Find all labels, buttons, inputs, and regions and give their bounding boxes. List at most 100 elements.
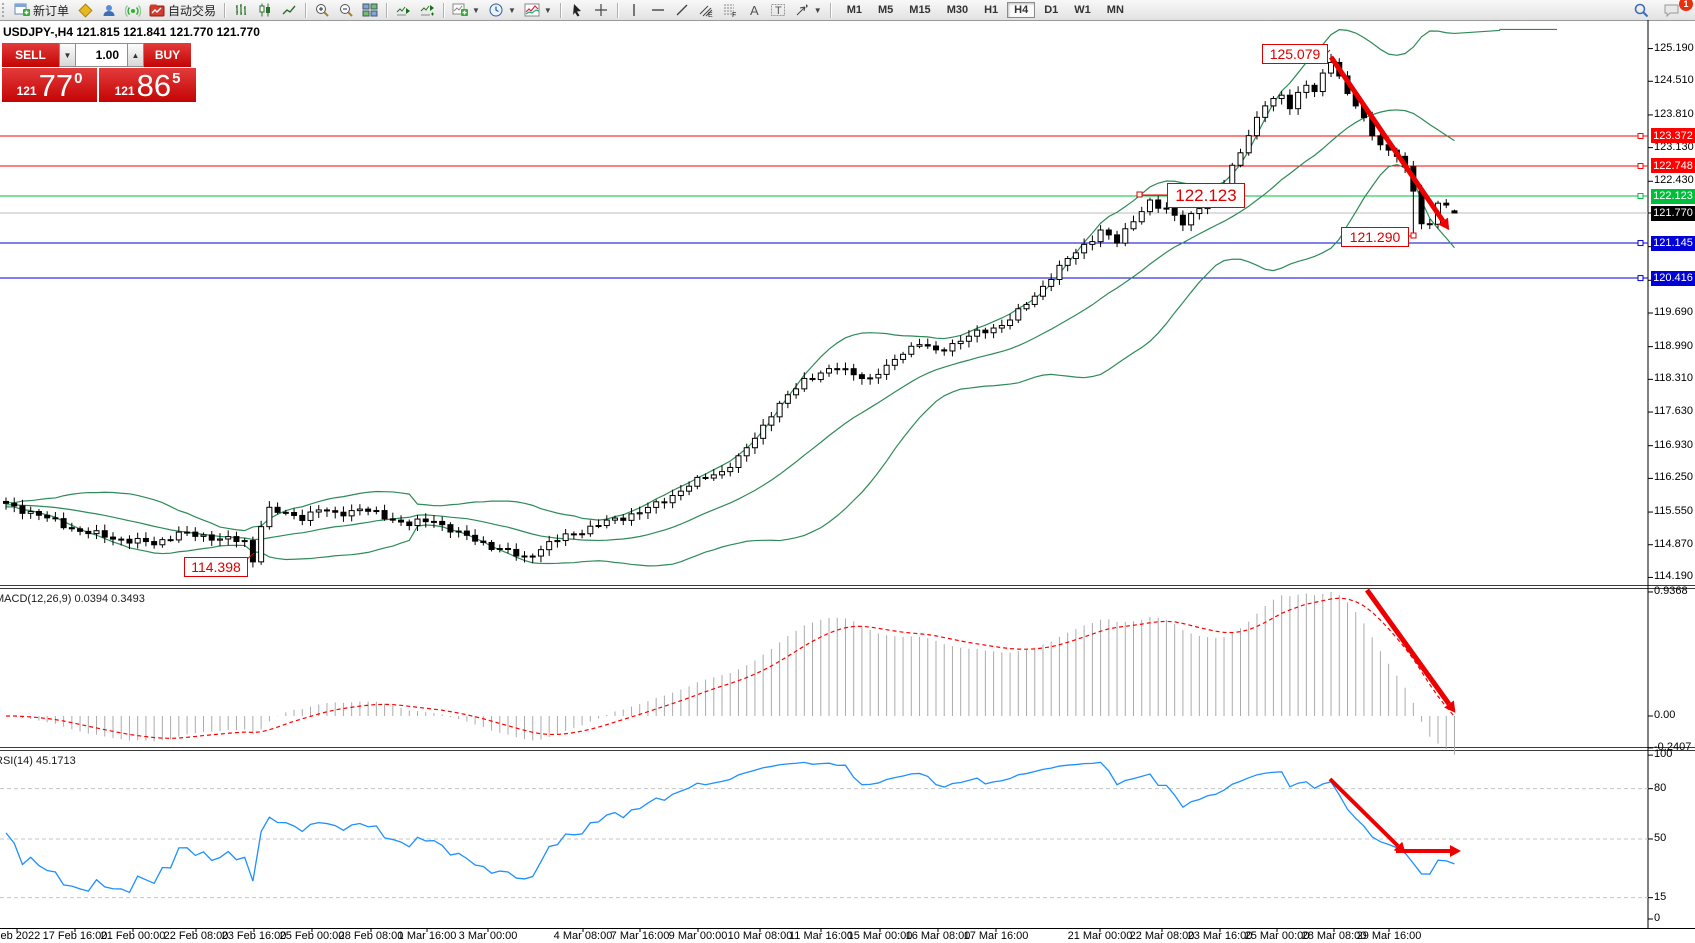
level-line-anchor (1638, 276, 1643, 281)
candle-bullish (1008, 320, 1013, 325)
chart-canvas[interactable] (0, 0, 1695, 943)
candle-bearish (168, 540, 173, 541)
candle-bullish (563, 534, 568, 541)
candle-bearish (20, 506, 25, 513)
candle-bullish (613, 518, 618, 520)
candle-bullish (736, 456, 741, 468)
candle-bullish (267, 507, 272, 526)
candle-bullish (1189, 214, 1194, 225)
candle-bearish (489, 542, 494, 549)
candle-bearish (1115, 235, 1120, 243)
macd-signal-line (6, 598, 1454, 738)
candle-bullish (1263, 106, 1268, 117)
candle-bearish (423, 519, 428, 522)
annotation-bottom-low[interactable]: 114.398 (184, 557, 248, 577)
candle-bullish (547, 542, 552, 550)
candle-bearish (464, 531, 469, 535)
candle-bullish (374, 511, 379, 512)
candle-bearish (522, 556, 527, 557)
candle-bearish (481, 541, 486, 542)
one-click-trading-panel: SELL ▼ ▲ BUY 121770 121865 (2, 43, 196, 102)
candle-bearish (571, 534, 576, 535)
candle-bullish (1073, 253, 1078, 259)
candle-bullish (687, 486, 692, 491)
candle-bullish (185, 532, 190, 533)
candle-bullish (695, 477, 700, 486)
candle-bullish (1320, 73, 1325, 91)
candle-bullish (1040, 286, 1045, 296)
buy-price-display[interactable]: 121865 (99, 68, 196, 102)
level-line-anchor (1638, 194, 1643, 199)
candle-bullish (711, 475, 716, 478)
candle-bullish (316, 510, 321, 512)
candle-bearish (366, 509, 371, 511)
candle-bullish (999, 326, 1004, 329)
candle-bullish (678, 491, 683, 495)
candle-bearish (102, 531, 107, 537)
candle-bearish (324, 510, 329, 511)
buy-price-pips: 86 (137, 71, 171, 101)
candle-bearish (942, 350, 947, 351)
candle-bearish (283, 512, 288, 513)
trend-arrow-macd[interactable] (1367, 590, 1449, 704)
candle-bearish (382, 511, 387, 519)
candle-bearish (4, 501, 9, 503)
candle-bullish (1238, 153, 1243, 165)
candle-bearish (53, 518, 58, 519)
candle-bullish (744, 448, 749, 456)
candle-bearish (234, 537, 239, 542)
candle-bearish (925, 345, 930, 346)
candle-bullish (135, 538, 140, 543)
candle-bearish (69, 528, 74, 529)
volume-increase-button[interactable]: ▲ (127, 43, 144, 67)
annotation-swing-high[interactable]: 125.079 (1262, 44, 1328, 64)
candle-bullish (1304, 85, 1309, 92)
candle-bullish (876, 374, 881, 377)
candle-bullish (1024, 304, 1029, 308)
candle-bullish (1147, 200, 1152, 212)
candle-bullish (777, 403, 782, 417)
candle-bearish (275, 507, 280, 512)
candle-bullish (761, 425, 766, 438)
candle-bullish (1230, 165, 1235, 184)
candle-bullish (1329, 62, 1334, 73)
sell-price-handle: 121 (17, 84, 37, 98)
candle-bullish (580, 534, 585, 535)
candle-bullish (94, 531, 99, 534)
level-line-anchor (1638, 163, 1643, 168)
mt4-terminal: 新订单 自动交易 ▼ ▼ ▼ (0, 0, 1695, 943)
volume-decrease-button[interactable]: ▼ (59, 43, 76, 67)
buy-button[interactable]: BUY (144, 43, 191, 67)
candle-bullish (818, 373, 823, 380)
candle-bearish (1452, 211, 1457, 213)
annotation-pullback-low[interactable]: 121.290 (1341, 227, 1409, 247)
trend-arrow-rsi-flat-head (1450, 845, 1461, 857)
sell-button[interactable]: SELL (2, 43, 59, 67)
bollinger-upper-band (6, 29, 1557, 530)
bollinger-lower-band (6, 165, 1454, 566)
buy-price-handle: 121 (115, 84, 135, 98)
annotation-mid-level[interactable]: 122.123 (1167, 183, 1245, 208)
candle-bullish (1098, 230, 1103, 242)
candle-bullish (637, 513, 642, 514)
candle-bullish (654, 502, 659, 508)
buy-price-point: 5 (172, 70, 180, 87)
level-line-anchor (1638, 133, 1643, 138)
candle-bearish (86, 531, 91, 533)
candle-bullish (160, 540, 165, 545)
volume-input[interactable] (76, 43, 127, 67)
candle-bullish (785, 395, 790, 404)
candle-bullish (958, 341, 963, 343)
candle-bullish (884, 365, 889, 374)
sell-price-display[interactable]: 121770 (2, 68, 97, 102)
candle-bullish (827, 369, 832, 373)
candle-bullish (456, 531, 461, 532)
candle-bullish (1065, 259, 1070, 266)
candle-bullish (1197, 209, 1202, 214)
candle-bearish (399, 520, 404, 522)
candle-bullish (176, 532, 181, 540)
candle-bullish (226, 537, 231, 539)
candle-bullish (357, 509, 362, 511)
candle-bullish (349, 511, 354, 516)
candle-bearish (859, 375, 864, 379)
